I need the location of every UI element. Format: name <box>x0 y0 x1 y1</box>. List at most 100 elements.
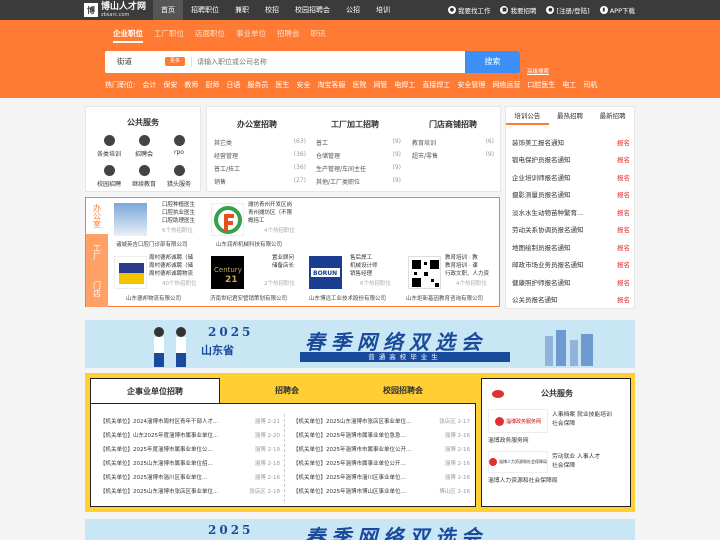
hot-job-link[interactable]: 医生 <box>275 80 289 90</box>
company-jobs[interactable]: 置业顾问 储备店长 <box>272 254 302 270</box>
search-input[interactable] <box>197 54 467 70</box>
category-row[interactable]: 仓储管理 (9) <box>316 151 401 160</box>
tab-training-notice[interactable]: 培训公告 <box>506 109 549 125</box>
login-link[interactable]: ● [注册/登陆] <box>546 5 590 15</box>
nav-public[interactable]: 公招 <box>338 0 368 20</box>
company-logo[interactable] <box>211 203 244 236</box>
list-item[interactable]: 【机关单位】2025年淄博市淄川区事业单位... 淄博 2-16 <box>293 473 470 481</box>
job-fair-banner[interactable]: 2025 山东省 春季网络双选会 普通高校毕业生 <box>85 320 635 368</box>
company-jobs[interactable]: 周村德邦诚聘（储 周村德邦诚聘（储 周村德邦诚聘物流 <box>149 254 199 278</box>
category-row[interactable]: 普工 (9) <box>316 138 401 147</box>
tab-campus-fairs[interactable]: 校园招聘会 <box>338 378 468 404</box>
category-row[interactable]: 其他/工厂类职位 (9) <box>316 177 401 186</box>
list-item[interactable]: 【机关单位】2025年度淄博市属事业单位公... 淄博 2-19 <box>100 445 280 453</box>
tab-institution-jobs[interactable]: 企事业单位招聘 <box>90 378 220 404</box>
category-row[interactable]: 生产管理/车间主任 (9) <box>316 164 401 173</box>
hot-job-link[interactable]: 司机 <box>583 80 597 90</box>
service-campus[interactable]: 校园招聘 <box>94 165 124 188</box>
company-jobs[interactable]: 教育培训 · 教 教育培训 · 课 行政文职、人力资 <box>445 254 497 278</box>
company-name[interactable]: 山东润邦机械科技有限公司 <box>216 240 282 248</box>
list-item[interactable]: 【机关单位】2025山东淄博市属事业单位招... 淄博 2-18 <box>100 459 280 467</box>
tab-news[interactable]: 职讯 <box>311 28 326 43</box>
hot-job-link[interactable]: 电焊工 <box>394 80 415 90</box>
hot-job-link[interactable]: 服务员 <box>247 80 268 90</box>
nav-campus-fair[interactable]: 校园招聘会 <box>287 0 338 20</box>
category-row[interactable]: 普工/技工 (36) <box>214 164 306 173</box>
search-button[interactable]: 搜索 <box>465 51 520 73</box>
gov-service-caption[interactable]: 淄博政务服务网 <box>488 435 529 444</box>
announcement-item[interactable]: 公关员报名通知 报名 <box>512 294 630 304</box>
tab-public-institution[interactable]: 事业单位 <box>236 28 266 43</box>
company-name[interactable]: 诸城英吉口腔门诊部有限公司 <box>116 240 188 248</box>
vtab-factory[interactable]: 工厂 <box>86 234 108 270</box>
company-name[interactable]: 济南世纪君安管销策划有限公司 <box>210 294 287 302</box>
service-training[interactable]: 各类培训 <box>94 135 124 158</box>
company-jobs[interactable]: 售后焊工 机械设计师 销售经理 <box>350 254 400 278</box>
company-name[interactable]: 山东炬新基因教育咨询有限公司 <box>406 294 483 302</box>
company-logo[interactable]: Century 21 <box>211 256 244 289</box>
company-logo[interactable]: BORUN <box>309 256 342 289</box>
hot-job-link[interactable]: 口腔医生 <box>527 80 555 90</box>
hot-job-link[interactable]: 网管 <box>373 80 387 90</box>
category-row[interactable]: 教育培训 (6) <box>412 138 494 147</box>
company-jobs[interactable]: 潍坊青州开发区岗 青州潍坊区（不限 概括工 <box>248 201 298 225</box>
list-item[interactable]: 【机关单位】2025年淄博市属事业单位公开... 淄博 2-16 <box>293 459 470 467</box>
list-item[interactable]: 【机关单位】2025淄博市淄川区事业单位... 淄博 2-16 <box>100 473 280 481</box>
list-item[interactable]: 【机关单位】2025年淄博市市属事业单位公开... 淄博 2-16 <box>293 445 470 453</box>
hot-job-link[interactable]: 日语 <box>226 80 240 90</box>
job-fair-banner-bottom[interactable]: 2025 春季网络双选会 <box>85 519 635 540</box>
company-logo[interactable] <box>114 256 147 289</box>
hot-job-link[interactable]: 教师 <box>184 80 198 90</box>
category-row[interactable]: 销售 (27) <box>214 177 306 186</box>
hot-job-link[interactable]: 安全管理 <box>457 80 485 90</box>
hot-job-link[interactable]: 保安 <box>163 80 177 90</box>
service-job-fair[interactable]: 招聘会 <box>129 135 159 158</box>
nav-jobs[interactable]: 招聘职位 <box>183 0 227 20</box>
gov-service-logo[interactable]: 淄博政务服务网 <box>488 409 548 433</box>
announcement-item[interactable]: 锻电保护员报名通知 报名 <box>512 154 630 164</box>
vtab-store[interactable]: 门店 <box>86 270 108 307</box>
announcement-item[interactable]: 淡水水生动物苗种繁育... 报名 <box>512 207 630 217</box>
nav-parttime[interactable]: 兼职 <box>227 0 257 20</box>
hot-job-link[interactable]: 电工 <box>562 80 576 90</box>
change-city-button[interactable]: 更多 <box>165 57 185 66</box>
qr-code[interactable] <box>408 256 441 289</box>
tab-job-fairs[interactable]: 招聘会 <box>222 378 352 404</box>
announcement-item[interactable]: 健康照护师报名通知 报名 <box>512 277 630 287</box>
hot-job-link[interactable]: 淘宝客服 <box>317 80 345 90</box>
list-item[interactable]: 【机关单位】2024淄博市周村区青年干部人才... 淄博 2-21 <box>100 417 280 425</box>
service-rpo[interactable]: rpo <box>164 135 194 156</box>
hrss-logo[interactable]: 淄博人力资源和社会保障局 <box>488 451 548 473</box>
announcement-item[interactable]: 摄影测量员报名通知 报名 <box>512 189 630 199</box>
service-headhunt[interactable]: 猎头服务 <box>164 165 194 188</box>
hot-job-link[interactable]: 安全 <box>296 80 310 90</box>
service-education[interactable]: 继续教育 <box>129 165 159 188</box>
company-jobs[interactable]: 口腔种植医生 口腔执业医生 口腔助理医生 <box>162 201 206 225</box>
tab-job-fair[interactable]: 招聘会 <box>277 28 300 43</box>
list-item[interactable]: 【机关单位】2025年淄博市属事业单位急急... 淄博 2-16 <box>293 431 470 439</box>
hrss-caption[interactable]: 淄博人力资源和社会保障局 <box>488 475 558 484</box>
recruit-link[interactable]: ■ 我要招聘 <box>500 5 536 15</box>
hot-job-link[interactable]: 厨师 <box>205 80 219 90</box>
company-name[interactable]: 山东博远工业技术股份有限公司 <box>309 294 386 302</box>
hot-job-link[interactable]: 会计 <box>142 80 156 90</box>
company-name[interactable]: 山东德邦物流有限公司 <box>126 294 181 302</box>
list-item[interactable]: 【机关单位】2025山东淄博市张店区事业单位... 张店区 2-17 <box>293 417 470 425</box>
hot-job-link[interactable]: 直接焊工 <box>422 80 450 90</box>
advanced-search-link[interactable]: 高级搜索 <box>527 67 549 75</box>
vtab-office[interactable]: 办公室 <box>86 198 108 234</box>
announcement-item[interactable]: 劳动关系协调员报名通知 报名 <box>512 224 630 234</box>
hot-job-link[interactable]: 网络运营 <box>492 80 520 90</box>
site-logo[interactable]: 博 博山人才网 zbsarc.com <box>84 2 146 18</box>
tab-company-jobs[interactable]: 企业职位 <box>113 28 143 43</box>
hrss-links[interactable]: 劳动就业 人事人才 社会保障 <box>552 453 628 471</box>
category-row[interactable]: 其它类 (63) <box>214 138 306 147</box>
announcement-item[interactable]: 邮政市场业务员报名通知 报名 <box>512 259 630 269</box>
announcement-item[interactable]: 企业培训师报名通知 报名 <box>512 172 630 182</box>
announcement-item[interactable]: 装饰美工报名通知 报名 <box>512 137 630 147</box>
tab-new-jobs[interactable]: 最新招聘 <box>591 109 634 125</box>
gov-service-links[interactable]: 人事档案 就业技能培训 社会保障 <box>552 411 628 429</box>
nav-campus[interactable]: 校招 <box>257 0 287 20</box>
announcement-item[interactable]: 地图绘制员报名通知 报名 <box>512 242 630 252</box>
tab-hot-jobs[interactable]: 最热招聘 <box>549 109 592 125</box>
